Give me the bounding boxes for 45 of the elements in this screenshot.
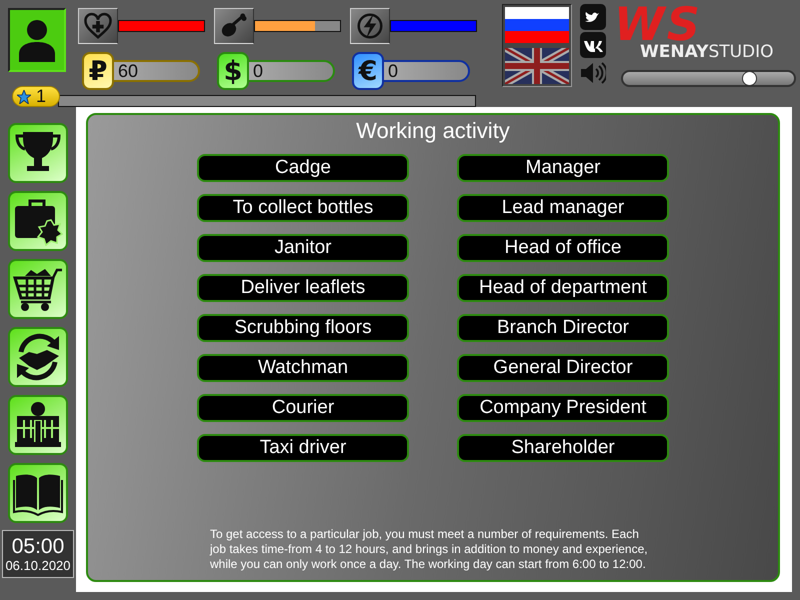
panel-title: Working activity <box>356 118 510 145</box>
logo-mark: WS <box>614 4 702 44</box>
heart-plus-icon <box>83 12 113 40</box>
russian-flag-icon[interactable] <box>505 7 569 44</box>
job-button[interactable]: Lead manager <box>457 194 669 222</box>
trophy-menu-button[interactable] <box>8 123 68 183</box>
cart-menu-button[interactable] <box>8 259 68 319</box>
star-icon <box>17 90 31 104</box>
level-number: 1 <box>36 86 46 107</box>
british-flag-icon[interactable] <box>505 48 569 84</box>
bank-icon <box>13 400 63 450</box>
avatar-button[interactable] <box>8 8 66 72</box>
currency-icon: ₽ <box>82 52 114 90</box>
logo-name: WENAYSTUDIO <box>640 44 775 60</box>
vk-icon[interactable] <box>580 32 606 58</box>
clock-date: 06.10.2020 <box>5 558 71 572</box>
lightning-icon <box>355 12 385 40</box>
job-button[interactable]: Head of department <box>457 274 669 302</box>
job-button[interactable]: Manager <box>457 154 669 182</box>
job-button[interactable]: Watchman <box>197 354 409 382</box>
job-button[interactable]: Shareholder <box>457 434 669 462</box>
job-button[interactable]: Deliver leaflets <box>197 274 409 302</box>
job-button[interactable]: Company President <box>457 394 669 422</box>
volume-slider[interactable] <box>621 70 796 87</box>
currency-icon: € <box>352 52 384 90</box>
job-button[interactable]: Branch Director <box>457 314 669 342</box>
clock-time: 05:00 <box>12 536 64 558</box>
book-menu-button[interactable] <box>8 463 68 523</box>
volume-thumb[interactable] <box>742 71 757 86</box>
job-button[interactable]: Taxi driver <box>197 434 409 462</box>
job-button[interactable]: Head of office <box>457 234 669 262</box>
job-button[interactable]: Courier <box>197 394 409 422</box>
job-button[interactable]: Cadge <box>197 154 409 182</box>
job-button[interactable]: To collect bottles <box>197 194 409 222</box>
currency-icon: $ <box>217 52 249 90</box>
job-button[interactable]: General Director <box>457 354 669 382</box>
currency-amount: 0 <box>382 60 470 82</box>
info-text: To get access to a particular job, you must meet a number of requirements. Each job takes time-from 4 to 12 hours, and brings in addition to money and experience, while you can only work once a day. The working day can start from 6:00 to 12:00. <box>210 527 649 572</box>
job-button[interactable]: Janitor <box>197 234 409 262</box>
currency-amount: 0 <box>247 60 335 82</box>
bank-menu-button[interactable] <box>8 395 68 455</box>
briefcase-menu-button[interactable] <box>8 191 68 251</box>
bird-icon[interactable] <box>580 4 606 30</box>
job-button[interactable]: Scrubbing floors <box>197 314 409 342</box>
currency-amount: 60 <box>112 60 200 82</box>
